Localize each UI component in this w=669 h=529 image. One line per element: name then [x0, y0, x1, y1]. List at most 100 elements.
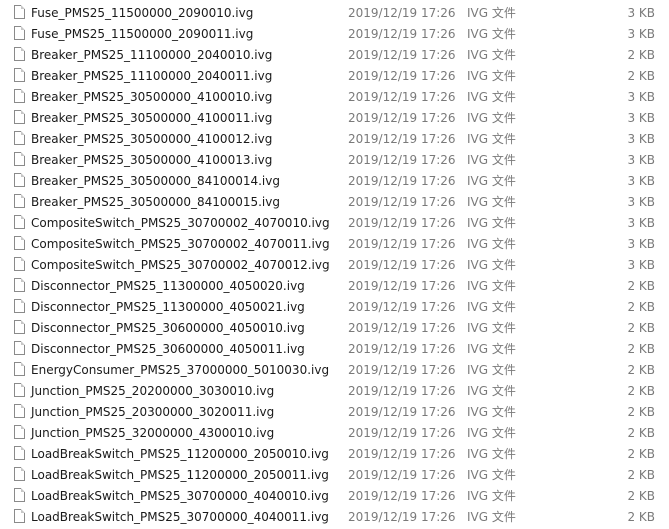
file-row[interactable]: CompositeSwitch_PMS25_30700002_4070012.i…	[0, 255, 669, 276]
file-type: IVG 文件	[467, 300, 516, 314]
file-row[interactable]: Disconnector_PMS25_30600000_4050010.ivg …	[0, 318, 669, 339]
file-row[interactable]: Breaker_PMS25_30500000_4100010.ivg 2019/…	[0, 87, 669, 108]
file-row[interactable]: Breaker_PMS25_30500000_4100011.ivg 2019/…	[0, 108, 669, 129]
file-icon	[14, 236, 25, 250]
file-name: Fuse_PMS25_11500000_2090011.ivg	[31, 27, 254, 41]
file-name: Breaker_PMS25_30500000_84100015.ivg	[31, 195, 280, 209]
file-row[interactable]: Fuse_PMS25_11500000_2090010.ivg 2019/12/…	[0, 3, 669, 24]
file-name: Breaker_PMS25_30500000_4100011.ivg	[31, 111, 273, 125]
file-name: CompositeSwitch_PMS25_30700002_4070012.i…	[31, 258, 330, 272]
file-date-modified: 2019/12/19 17:26	[348, 300, 456, 314]
file-icon	[14, 68, 25, 82]
file-type: IVG 文件	[467, 321, 516, 335]
file-name: Disconnector_PMS25_11300000_4050021.ivg	[31, 300, 305, 314]
file-name: Disconnector_PMS25_30600000_4050010.ivg	[31, 321, 305, 335]
file-icon	[14, 89, 25, 103]
file-row[interactable]: LoadBreakSwitch_PMS25_11200000_2050011.i…	[0, 465, 669, 486]
file-type: IVG 文件	[467, 216, 516, 230]
file-name: Junction_PMS25_20200000_3030010.ivg	[31, 384, 275, 398]
file-row[interactable]: Breaker_PMS25_30500000_84100014.ivg 2019…	[0, 171, 669, 192]
file-row[interactable]: Disconnector_PMS25_30600000_4050011.ivg …	[0, 339, 669, 360]
file-icon	[14, 362, 25, 376]
file-date-modified: 2019/12/19 17:26	[348, 468, 456, 482]
file-date-modified: 2019/12/19 17:26	[348, 489, 456, 503]
file-size: 2 KB	[627, 447, 655, 461]
file-icon	[14, 110, 25, 124]
file-icon	[14, 299, 25, 313]
file-icon	[14, 194, 25, 208]
file-name: LoadBreakSwitch_PMS25_11200000_2050010.i…	[31, 447, 329, 461]
file-name: Breaker_PMS25_30500000_4100013.ivg	[31, 153, 273, 167]
file-row[interactable]: Junction_PMS25_32000000_4300010.ivg 2019…	[0, 423, 669, 444]
file-icon	[14, 383, 25, 397]
file-date-modified: 2019/12/19 17:26	[348, 174, 456, 188]
file-size: 2 KB	[627, 300, 655, 314]
file-type: IVG 文件	[467, 279, 516, 293]
file-row[interactable]: Fuse_PMS25_11500000_2090011.ivg 2019/12/…	[0, 24, 669, 45]
file-row[interactable]: Breaker_PMS25_11100000_2040011.ivg 2019/…	[0, 66, 669, 87]
file-icon	[14, 467, 25, 481]
file-row[interactable]: LoadBreakSwitch_PMS25_11200000_2050010.i…	[0, 444, 669, 465]
file-name: Junction_PMS25_20300000_3020011.ivg	[31, 405, 275, 419]
file-date-modified: 2019/12/19 17:26	[348, 237, 456, 251]
file-icon	[14, 278, 25, 292]
file-name: Breaker_PMS25_30500000_4100010.ivg	[31, 90, 273, 104]
file-type: IVG 文件	[467, 6, 516, 20]
file-type: IVG 文件	[467, 132, 516, 146]
file-date-modified: 2019/12/19 17:26	[348, 447, 456, 461]
file-size: 2 KB	[627, 279, 655, 293]
file-size: 3 KB	[627, 216, 655, 230]
file-row[interactable]: CompositeSwitch_PMS25_30700002_4070011.i…	[0, 234, 669, 255]
file-type: IVG 文件	[467, 510, 516, 524]
file-size: 3 KB	[627, 174, 655, 188]
file-row[interactable]: Breaker_PMS25_30500000_84100015.ivg 2019…	[0, 192, 669, 213]
file-date-modified: 2019/12/19 17:26	[348, 27, 456, 41]
file-row[interactable]: Junction_PMS25_20300000_3020011.ivg 2019…	[0, 402, 669, 423]
file-name: CompositeSwitch_PMS25_30700002_4070011.i…	[31, 237, 330, 251]
file-type: IVG 文件	[467, 174, 516, 188]
file-size: 2 KB	[627, 321, 655, 335]
file-type: IVG 文件	[467, 468, 516, 482]
file-type: IVG 文件	[467, 111, 516, 125]
file-size: 2 KB	[627, 405, 655, 419]
file-row[interactable]: Breaker_PMS25_11100000_2040010.ivg 2019/…	[0, 45, 669, 66]
file-icon	[14, 488, 25, 502]
file-size: 3 KB	[627, 258, 655, 272]
file-row[interactable]: Junction_PMS25_20200000_3030010.ivg 2019…	[0, 381, 669, 402]
file-row[interactable]: LoadBreakSwitch_PMS25_30700000_4040011.i…	[0, 507, 669, 528]
file-date-modified: 2019/12/19 17:26	[348, 342, 456, 356]
file-date-modified: 2019/12/19 17:26	[348, 510, 456, 524]
file-date-modified: 2019/12/19 17:26	[348, 111, 456, 125]
file-type: IVG 文件	[467, 27, 516, 41]
file-type: IVG 文件	[467, 48, 516, 62]
file-type: IVG 文件	[467, 69, 516, 83]
file-type: IVG 文件	[467, 342, 516, 356]
file-row[interactable]: Disconnector_PMS25_11300000_4050020.ivg …	[0, 276, 669, 297]
file-row[interactable]: Breaker_PMS25_30500000_4100013.ivg 2019/…	[0, 150, 669, 171]
file-icon	[14, 5, 25, 19]
file-size: 2 KB	[627, 468, 655, 482]
file-type: IVG 文件	[467, 447, 516, 461]
file-name: Disconnector_PMS25_11300000_4050020.ivg	[31, 279, 305, 293]
file-size: 2 KB	[627, 426, 655, 440]
file-row[interactable]: Breaker_PMS25_30500000_4100012.ivg 2019/…	[0, 129, 669, 150]
file-type: IVG 文件	[467, 384, 516, 398]
file-size: 2 KB	[627, 363, 655, 377]
file-name: CompositeSwitch_PMS25_30700002_4070010.i…	[31, 216, 330, 230]
file-row[interactable]: CompositeSwitch_PMS25_30700002_4070010.i…	[0, 213, 669, 234]
file-name: LoadBreakSwitch_PMS25_11200000_2050011.i…	[31, 468, 329, 482]
file-icon	[14, 131, 25, 145]
file-icon	[14, 425, 25, 439]
file-type: IVG 文件	[467, 237, 516, 251]
file-type: IVG 文件	[467, 195, 516, 209]
file-row[interactable]: LoadBreakSwitch_PMS25_30700000_4040010.i…	[0, 486, 669, 507]
file-name: LoadBreakSwitch_PMS25_30700000_4040010.i…	[31, 489, 329, 503]
file-date-modified: 2019/12/19 17:26	[348, 216, 456, 230]
file-row[interactable]: EnergyConsumer_PMS25_37000000_5010030.iv…	[0, 360, 669, 381]
file-type: IVG 文件	[467, 405, 516, 419]
file-size: 3 KB	[627, 27, 655, 41]
file-row[interactable]: Disconnector_PMS25_11300000_4050021.ivg …	[0, 297, 669, 318]
file-size: 3 KB	[627, 90, 655, 104]
file-date-modified: 2019/12/19 17:26	[348, 90, 456, 104]
file-icon	[14, 152, 25, 166]
